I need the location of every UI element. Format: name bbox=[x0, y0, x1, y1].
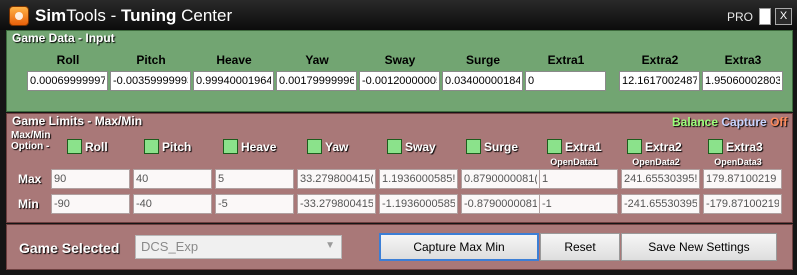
opendata3-label: OpenData3 bbox=[714, 157, 762, 167]
checkbox-extra3[interactable] bbox=[708, 139, 723, 154]
capture-max-min-button[interactable]: Capture Max Min bbox=[379, 233, 539, 261]
game-data-panel: Game Data - Input Roll Pitch Heave Yaw S… bbox=[6, 30, 793, 112]
checkbox-label-yaw: Yaw bbox=[325, 140, 349, 154]
checkbox-extra1[interactable] bbox=[547, 139, 562, 154]
max-input-pitch[interactable] bbox=[133, 169, 212, 189]
col-header-extra3: Extra3 bbox=[724, 53, 762, 67]
checkbox-label-surge: Surge bbox=[484, 140, 519, 154]
min-input-yaw[interactable] bbox=[297, 194, 376, 214]
min-row-label: Min bbox=[18, 197, 39, 211]
input-pitch[interactable] bbox=[110, 71, 191, 91]
checkbox-label-roll: Roll bbox=[85, 140, 108, 154]
max-input-extra2[interactable] bbox=[621, 169, 700, 189]
chevron-down-icon: ▼ bbox=[325, 240, 335, 251]
max-input-roll[interactable] bbox=[51, 169, 130, 189]
input-surge[interactable] bbox=[442, 71, 523, 91]
max-input-surge[interactable] bbox=[461, 169, 540, 189]
input-sway[interactable] bbox=[359, 71, 440, 91]
col-header-roll: Roll bbox=[56, 53, 80, 67]
max-input-sway[interactable] bbox=[379, 169, 458, 189]
max-input-extra1[interactable] bbox=[539, 169, 618, 189]
opendata2-label: OpenData2 bbox=[632, 157, 680, 167]
game-data-title: Game Data - Input bbox=[12, 31, 115, 45]
pro-label: PRO bbox=[727, 10, 754, 24]
checkbox-yaw[interactable] bbox=[307, 139, 322, 154]
col-header-extra2: Extra2 bbox=[641, 53, 679, 67]
checkbox-extra2[interactable] bbox=[627, 139, 642, 154]
col-header-heave: Heave bbox=[216, 53, 252, 67]
min-input-heave[interactable] bbox=[215, 194, 294, 214]
input-roll[interactable] bbox=[27, 71, 108, 91]
checkbox-heave[interactable] bbox=[223, 139, 238, 154]
save-new-settings-button[interactable]: Save New Settings bbox=[621, 233, 777, 261]
game-select-dropdown[interactable]: DCS_Exp ▼ bbox=[135, 235, 342, 259]
min-input-pitch[interactable] bbox=[133, 194, 212, 214]
min-input-extra1[interactable] bbox=[539, 194, 618, 214]
pro-toggle[interactable] bbox=[759, 8, 771, 25]
min-input-roll[interactable] bbox=[51, 194, 130, 214]
checkbox-pitch[interactable] bbox=[144, 139, 159, 154]
min-input-extra3[interactable] bbox=[703, 194, 782, 214]
checkbox-roll[interactable] bbox=[67, 139, 82, 154]
checkbox-label-extra1: Extra1 bbox=[565, 140, 602, 154]
checkbox-label-sway: Sway bbox=[405, 140, 436, 154]
reset-button[interactable]: Reset bbox=[540, 233, 620, 261]
col-header-yaw: Yaw bbox=[305, 53, 329, 67]
checkbox-sway[interactable] bbox=[387, 139, 402, 154]
input-extra1[interactable] bbox=[525, 71, 606, 91]
min-input-surge[interactable] bbox=[461, 194, 540, 214]
col-header-extra1: Extra1 bbox=[547, 53, 585, 67]
balance-capture-off[interactable]: Balance Capture Off bbox=[672, 115, 787, 129]
opendata1-label: OpenData1 bbox=[550, 157, 598, 167]
col-header-surge: Surge bbox=[465, 53, 500, 67]
checkbox-label-heave: Heave bbox=[241, 140, 277, 154]
game-limits-panel: Game Limits - Max/Min Balance Capture Of… bbox=[6, 113, 793, 223]
input-extra2[interactable] bbox=[619, 71, 700, 91]
max-min-option-label: Max/Min Option - bbox=[11, 130, 51, 152]
col-header-pitch: Pitch bbox=[136, 53, 166, 67]
max-input-yaw[interactable] bbox=[297, 169, 376, 189]
tuning-center-window: SimTools - Tuning Center PRO X Game Data… bbox=[0, 0, 797, 275]
max-input-extra3[interactable] bbox=[703, 169, 782, 189]
game-selection-panel: Game Selected DCS_Exp ▼ Capture Max Min … bbox=[6, 224, 793, 270]
game-select-value: DCS_Exp bbox=[141, 239, 199, 254]
title-bar: SimTools - Tuning Center PRO X bbox=[0, 0, 797, 30]
close-button[interactable]: X bbox=[775, 8, 792, 25]
simtools-logo-icon bbox=[9, 6, 29, 26]
min-input-sway[interactable] bbox=[379, 194, 458, 214]
window-title: SimTools - Tuning Center bbox=[35, 6, 233, 25]
game-selected-label: Game Selected bbox=[19, 240, 120, 256]
input-heave[interactable] bbox=[193, 71, 274, 91]
checkbox-surge[interactable] bbox=[466, 139, 481, 154]
game-limits-title: Game Limits - Max/Min bbox=[12, 114, 143, 128]
input-extra3[interactable] bbox=[702, 71, 783, 91]
checkbox-label-pitch: Pitch bbox=[162, 140, 192, 154]
min-input-extra2[interactable] bbox=[621, 194, 700, 214]
max-input-heave[interactable] bbox=[215, 169, 294, 189]
col-header-sway: Sway bbox=[384, 53, 416, 67]
checkbox-label-extra2: Extra2 bbox=[645, 140, 682, 154]
input-yaw[interactable] bbox=[276, 71, 357, 91]
checkbox-label-extra3: Extra3 bbox=[726, 140, 763, 154]
max-row-label: Max bbox=[18, 172, 42, 186]
